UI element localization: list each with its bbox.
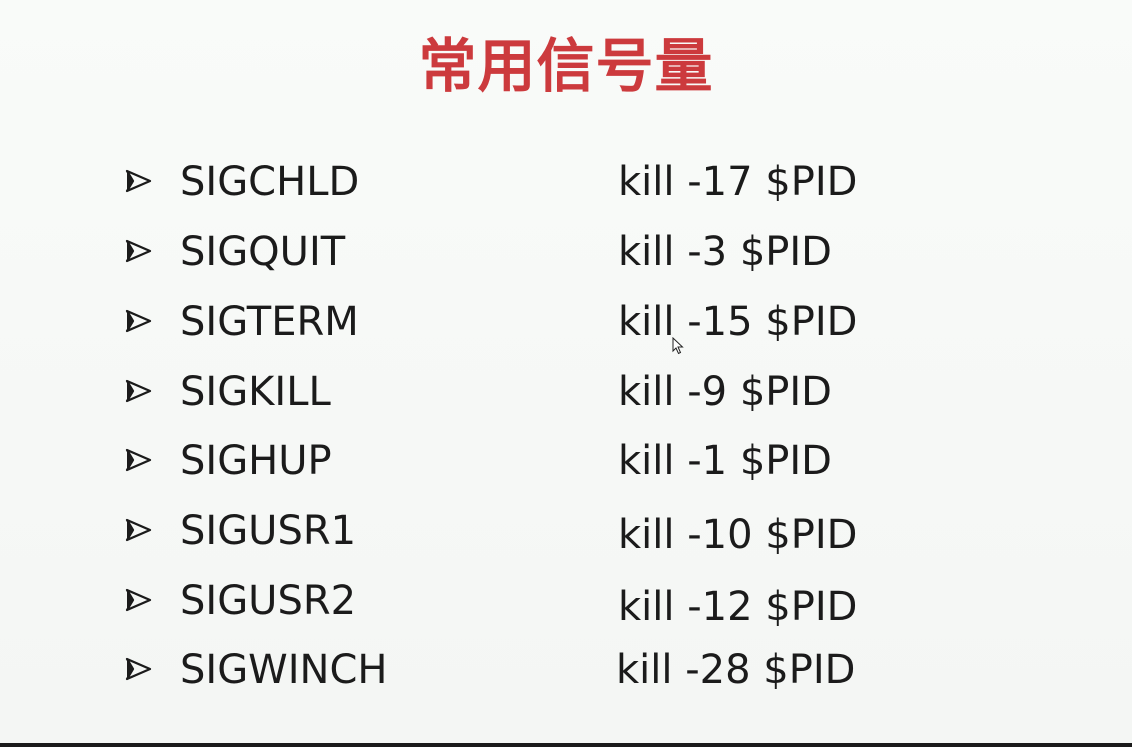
- signal-name: SIGUSR2: [180, 578, 357, 624]
- mouse-pointer-icon: [672, 336, 684, 355]
- bottom-bar: [0, 743, 1132, 747]
- signal-name: SIGWINCH: [180, 647, 388, 693]
- kill-command: kill -17 $PID: [618, 159, 858, 205]
- list-item: SIGKILL kill -9 $PID: [0, 362, 1132, 422]
- list-item: SIGUSR2 kill -12 $PID: [0, 571, 1132, 631]
- signal-name: SIGHUP: [180, 438, 332, 484]
- kill-command: kill -10 $PID: [618, 512, 858, 558]
- list-item: SIGUSR1 kill -10 $PID: [0, 501, 1132, 561]
- slide-title: 常用信号量: [418, 32, 714, 100]
- list-item: SIGQUIT kill -3 $PID: [0, 222, 1132, 282]
- kill-command: kill -3 $PID: [618, 229, 832, 275]
- arrow-bullet-icon: [124, 306, 154, 336]
- arrow-bullet-icon: [124, 585, 154, 615]
- arrow-bullet-icon: [124, 654, 154, 684]
- signal-name: SIGUSR1: [180, 508, 357, 554]
- list-item: SIGHUP kill -1 $PID: [0, 431, 1132, 491]
- arrow-bullet-icon: [124, 166, 154, 196]
- kill-command: kill -15 $PID: [618, 299, 858, 345]
- list-item: SIGTERM kill -15 $PID: [0, 292, 1132, 352]
- kill-command: kill -1 $PID: [618, 438, 832, 484]
- kill-command: kill -12 $PID: [618, 584, 858, 630]
- kill-command: kill -28 $PID: [616, 647, 856, 693]
- arrow-bullet-icon: [124, 515, 154, 545]
- signal-name: SIGKILL: [180, 369, 331, 415]
- list-item: SIGCHLD kill -17 $PID: [0, 152, 1132, 212]
- signal-name: SIGQUIT: [180, 229, 346, 275]
- signal-name: SIGTERM: [180, 299, 359, 345]
- signal-name: SIGCHLD: [180, 159, 360, 205]
- arrow-bullet-icon: [124, 376, 154, 406]
- arrow-bullet-icon: [124, 236, 154, 266]
- slide: 常用信号量 SIGCHLD kill -17 $PID SIGQUIT kill…: [0, 0, 1132, 747]
- arrow-bullet-icon: [124, 445, 154, 475]
- kill-command: kill -9 $PID: [618, 369, 832, 415]
- list-item: SIGWINCH kill -28 $PID: [0, 640, 1132, 700]
